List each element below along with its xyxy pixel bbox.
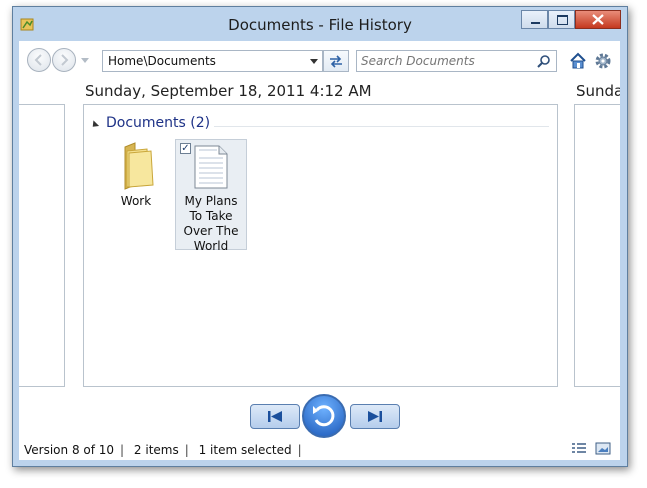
refresh-button[interactable] bbox=[323, 50, 349, 72]
search-box[interactable] bbox=[356, 50, 557, 72]
previous-version-panel[interactable] bbox=[19, 104, 65, 387]
collapse-triangle-icon[interactable] bbox=[89, 120, 100, 130]
file-item-document[interactable]: ✓ My Plans To Take Over The World bbox=[175, 139, 247, 253]
group-label: Documents (2) bbox=[106, 115, 211, 131]
recent-locations-dropdown[interactable] bbox=[81, 58, 89, 63]
restore-button[interactable] bbox=[302, 394, 346, 438]
back-arrow-icon bbox=[34, 54, 42, 66]
status-bar: Version 8 of 10 | 2 items | 1 item selecte… bbox=[24, 443, 308, 457]
version-status: Version 8 of 10 bbox=[24, 443, 115, 457]
file-item-folder[interactable]: Work bbox=[100, 139, 172, 250]
restore-arrow-icon bbox=[313, 405, 335, 427]
snapshot-date: Sunday, September 18, 2011 4:12 AM bbox=[85, 82, 372, 100]
address-dropdown-icon[interactable] bbox=[310, 59, 318, 64]
close-icon bbox=[592, 14, 604, 25]
file-item-label: Work bbox=[120, 194, 152, 208]
home-icon[interactable] bbox=[569, 52, 587, 70]
status-separator: | bbox=[120, 443, 125, 457]
minimize-button[interactable] bbox=[521, 10, 548, 29]
next-version-button[interactable] bbox=[350, 404, 400, 429]
file-history-window: Documents - File History Home\Documents bbox=[12, 6, 628, 467]
large-icons-view-icon[interactable] bbox=[595, 442, 611, 456]
search-input[interactable] bbox=[361, 53, 531, 69]
details-view-icon[interactable] bbox=[571, 442, 587, 456]
group-divider bbox=[214, 126, 549, 127]
current-version-panel: Documents (2) Work ✓ My Plans To Take Ov… bbox=[83, 104, 558, 387]
folder-icon bbox=[124, 142, 154, 190]
address-bar[interactable]: Home\Documents bbox=[102, 50, 323, 72]
settings-gear-icon[interactable] bbox=[594, 52, 612, 70]
maximize-button[interactable] bbox=[548, 10, 575, 29]
forward-arrow-icon bbox=[61, 54, 69, 66]
address-text: Home\Documents bbox=[108, 54, 216, 68]
title-bar[interactable]: Documents - File History bbox=[13, 7, 627, 41]
previous-version-button[interactable] bbox=[250, 404, 300, 429]
close-button[interactable] bbox=[575, 10, 621, 29]
search-icon[interactable] bbox=[537, 54, 551, 68]
status-separator: | bbox=[297, 443, 302, 457]
back-button[interactable] bbox=[27, 48, 51, 72]
client-area: Home\Documents Sunday, Septemb bbox=[19, 41, 620, 460]
next-snapshot-date: Sunday bbox=[576, 82, 620, 100]
forward-button[interactable] bbox=[52, 48, 76, 72]
item-count-status: 2 items bbox=[133, 443, 179, 457]
skip-next-icon bbox=[368, 411, 382, 422]
selection-checkbox[interactable]: ✓ bbox=[180, 143, 191, 154]
refresh-arrows-icon bbox=[330, 55, 342, 68]
selection-status: 1 item selected bbox=[198, 443, 292, 457]
text-document-icon bbox=[194, 145, 228, 189]
next-version-panel[interactable] bbox=[574, 104, 620, 387]
skip-previous-icon bbox=[268, 411, 282, 422]
status-separator: | bbox=[184, 443, 189, 457]
file-item-label: My Plans To Take Over The World bbox=[183, 194, 239, 253]
